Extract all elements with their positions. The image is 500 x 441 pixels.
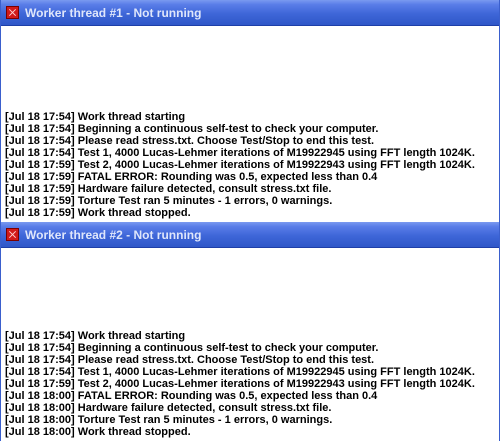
log-line: [Jul 18 17:59] Torture Test ran 5 minute… (5, 195, 333, 207)
worker-thread-2-window: Worker thread #2 - Not running [Jul 18 1… (0, 222, 500, 441)
log-line: [Jul 18 17:54] Test 1, 4000 Lucas-Lehmer… (5, 366, 475, 378)
worker-thread-1-window: Worker thread #1 - Not running [Jul 18 1… (0, 0, 500, 222)
log-line: [Jul 18 17:54] Work thread starting (5, 330, 186, 342)
log-line: [Jul 18 17:59] Work thread stopped. (5, 207, 191, 219)
log-line: [Jul 18 17:54] Please read stress.txt. C… (5, 135, 375, 147)
worker-thread-2-title: Worker thread #2 - Not running (25, 227, 202, 242)
prime95-app-icon[interactable] (6, 6, 19, 19)
worker-thread-2-titlebar[interactable]: Worker thread #2 - Not running (1, 222, 499, 248)
log-line: [Jul 18 17:54] Beginning a continuous se… (5, 123, 379, 135)
log-line: [Jul 18 18:00] FATAL ERROR: Rounding was… (5, 390, 378, 402)
worker-thread-1-log[interactable]: [Jul 18 17:54] Work thread starting [Jul… (1, 26, 499, 222)
prime95-app-icon[interactable] (6, 228, 19, 241)
log-line: [Jul 18 17:59] FATAL ERROR: Rounding was… (5, 171, 378, 183)
log-line: [Jul 18 17:54] Beginning a continuous se… (5, 342, 379, 354)
worker-thread-1-title: Worker thread #1 - Not running (25, 5, 202, 20)
log-line: [Jul 18 17:54] Please read stress.txt. C… (5, 354, 375, 366)
log-line: [Jul 18 18:00] Hardware failure detected… (5, 402, 332, 414)
log-line: [Jul 18 17:59] Test 2, 4000 Lucas-Lehmer… (5, 378, 475, 390)
log-line: [Jul 18 17:54] Test 1, 4000 Lucas-Lehmer… (5, 147, 475, 159)
log-line: [Jul 18 18:00] Work thread stopped. (5, 426, 191, 438)
worker-thread-1-titlebar[interactable]: Worker thread #1 - Not running (1, 0, 499, 26)
log-line: [Jul 18 17:59] Hardware failure detected… (5, 183, 332, 195)
log-line: [Jul 18 17:54] Work thread starting (5, 111, 186, 123)
log-line: [Jul 18 18:00] Torture Test ran 5 minute… (5, 414, 333, 426)
worker-thread-2-log[interactable]: [Jul 18 17:54] Work thread starting [Jul… (1, 248, 499, 441)
log-line: [Jul 18 17:59] Test 2, 4000 Lucas-Lehmer… (5, 159, 475, 171)
